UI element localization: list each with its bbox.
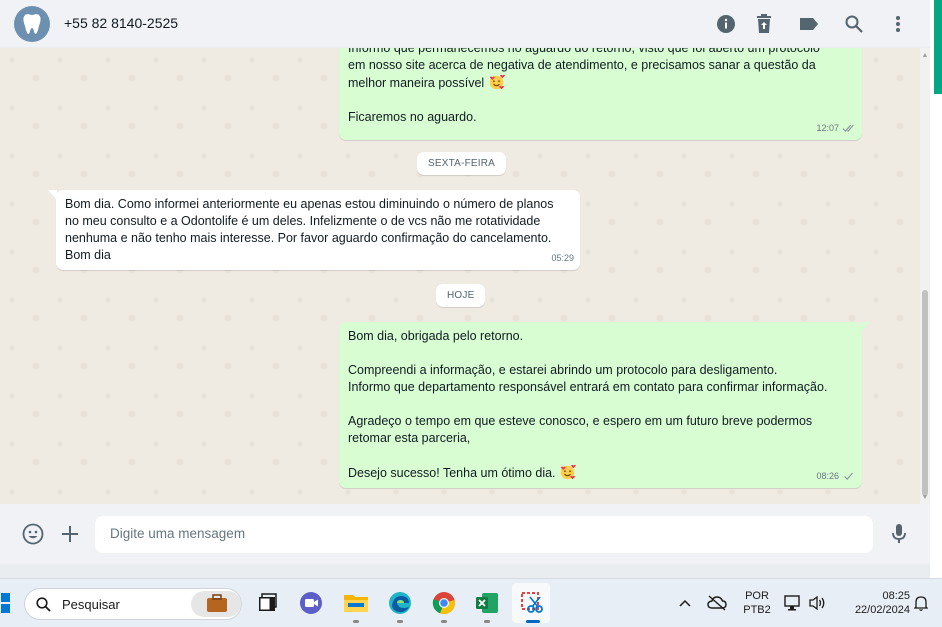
search-highlight-icon	[191, 591, 241, 617]
message-meta: 05:29	[551, 250, 574, 267]
message-input-placeholder: Digite uma mensagem	[110, 526, 246, 541]
chrome-browser-icon[interactable]	[430, 589, 458, 617]
task-view-icon[interactable]	[253, 589, 281, 617]
message-text: Informo que permanecemos no aguardo do r…	[348, 48, 820, 90]
clock-date: 22/02/2024	[854, 604, 910, 616]
active-indicator	[526, 620, 540, 623]
snipping-tool-icon[interactable]	[518, 589, 546, 617]
clock-time: 08:25	[882, 590, 910, 602]
running-indicator	[397, 620, 403, 623]
running-indicator	[484, 620, 490, 623]
edge-browser-icon[interactable]	[386, 589, 414, 617]
smiling-hearts-emoji-icon	[489, 74, 505, 90]
emoji-icon[interactable]	[20, 521, 46, 547]
label-icon[interactable]	[797, 12, 821, 36]
contact-avatar[interactable]	[14, 6, 50, 42]
bubble-tail	[861, 322, 870, 332]
message-time: 12:07	[816, 123, 839, 133]
language-code: POR	[745, 590, 769, 602]
contact-name[interactable]: +55 82 8140-2525	[64, 15, 178, 31]
message-incoming[interactable]: Bom dia. Como informei anteriormente eu …	[48, 190, 580, 270]
attach-plus-icon[interactable]	[57, 521, 83, 547]
search-label: Pesquisar	[62, 597, 120, 612]
microphone-icon[interactable]	[886, 521, 912, 547]
message-text: Bom dia, obrigada pelo retorno. Compreen…	[348, 329, 828, 480]
windows-taskbar: Pesquisar POR PTB2 08:25 22/02/2024	[0, 578, 942, 627]
running-indicator	[441, 620, 447, 623]
message-time: 08:26	[816, 471, 839, 481]
message-outgoing[interactable]: Bom dia, obrigada pelo retorno. Compreen…	[339, 322, 870, 488]
smiling-hearts-emoji-icon	[560, 464, 577, 480]
search-icon	[36, 597, 51, 612]
chat-header: +55 82 8140-2525	[0, 0, 930, 48]
double-check-icon	[842, 124, 854, 132]
chat-area[interactable]: Informo que permanecemos no aguardo do r…	[0, 48, 930, 504]
message-meta: 08:26	[816, 468, 856, 485]
notification-bell-icon[interactable]	[910, 589, 932, 617]
message-outgoing[interactable]: Informo que permanecemos no aguardo do r…	[339, 48, 862, 140]
network-icon[interactable]	[782, 589, 804, 617]
date-divider: HOJE	[436, 284, 486, 307]
running-indicator	[353, 620, 359, 623]
clock[interactable]: 08:25 22/02/2024	[838, 589, 910, 617]
scrollbar-thumb[interactable]	[922, 290, 928, 496]
info-icon[interactable]	[714, 12, 738, 36]
bubble-tail	[48, 190, 57, 200]
volume-icon[interactable]	[806, 589, 828, 617]
menu-icon[interactable]	[886, 12, 910, 36]
window-bottom-band	[0, 564, 930, 578]
cloud-off-icon[interactable]	[704, 589, 730, 617]
trash-icon[interactable]	[752, 12, 776, 36]
chevron-up-icon[interactable]	[672, 589, 698, 617]
single-check-icon	[844, 472, 853, 480]
accent-bar	[934, 0, 942, 94]
teams-meet-icon[interactable]	[297, 589, 325, 617]
tooth-icon	[23, 14, 41, 34]
excel-icon[interactable]	[473, 589, 501, 617]
scroll-down-arrow-icon[interactable]: ▼	[921, 494, 929, 502]
scroll-up-arrow-icon[interactable]: ▲	[921, 52, 929, 60]
composer-bar: Digite uma mensagem	[0, 504, 930, 564]
windows-start-icon[interactable]	[0, 589, 14, 617]
message-input[interactable]: Digite uma mensagem	[95, 516, 873, 553]
date-divider: SEXTA-FEIRA	[417, 152, 507, 175]
input-language[interactable]: POR PTB2	[738, 589, 776, 617]
taskbar-search[interactable]: Pesquisar	[24, 588, 242, 620]
message-time: 05:29	[551, 253, 574, 263]
message-text: Bom dia. Como informei anteriormente eu …	[65, 197, 554, 262]
file-explorer-icon[interactable]	[342, 589, 370, 617]
search-icon[interactable]	[842, 12, 866, 36]
message-text-2: Ficaremos no aguardo.	[348, 110, 477, 124]
message-meta: 12:07	[816, 120, 856, 137]
keyboard-layout: PTB2	[743, 604, 771, 616]
